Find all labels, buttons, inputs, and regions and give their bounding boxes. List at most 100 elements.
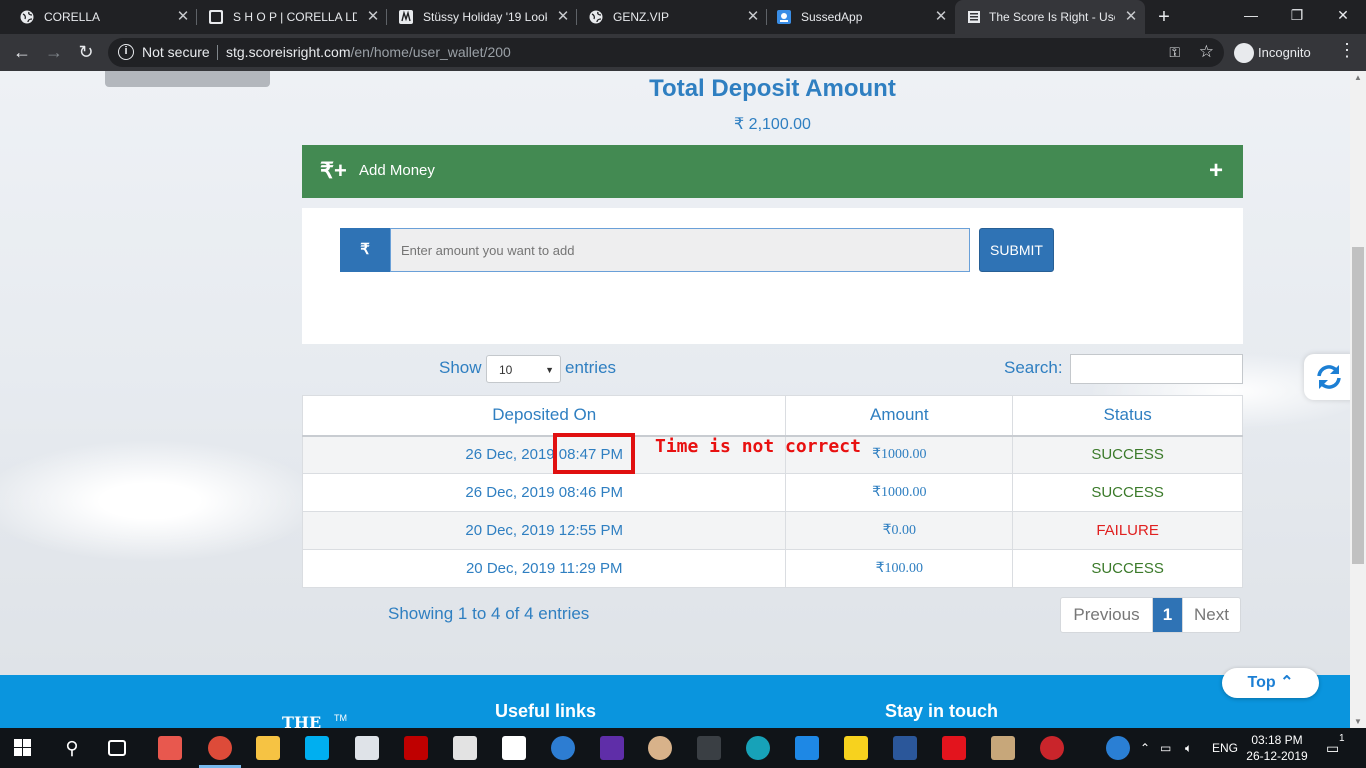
amount-input[interactable]: [390, 228, 970, 272]
close-tab-icon[interactable]: ✕: [1123, 0, 1139, 34]
expand-plus-icon[interactable]: +: [1209, 157, 1223, 185]
restore-window-icon[interactable]: ❐: [1274, 0, 1320, 30]
notification-center-icon[interactable]: ▭: [1326, 728, 1339, 768]
browser-tab[interactable]: S H O P | CORELLA LDN ✕: [197, 0, 387, 34]
annotation-text: Time is not correct: [655, 436, 861, 457]
scroll-up-arrow-icon[interactable]: ▲: [1354, 73, 1362, 82]
minimize-window-icon[interactable]: —: [1228, 0, 1274, 30]
filezilla-icon[interactable]: [404, 736, 428, 760]
url-host: stg.scoreisright.com: [226, 44, 351, 60]
close-tab-icon[interactable]: ✕: [933, 0, 949, 34]
incognito-indicator[interactable]: Incognito: [1232, 42, 1311, 64]
close-window-icon[interactable]: ✕: [1320, 0, 1366, 30]
tab-title: The Score Is Right - User: [989, 10, 1115, 24]
refresh-button[interactable]: [1304, 354, 1350, 400]
volume-icon[interactable]: 🔈︎: [1185, 728, 1192, 768]
browser-menu-icon[interactable]: ⋮: [1338, 40, 1356, 61]
file-explorer-icon[interactable]: [256, 736, 280, 760]
forward-arrow-icon[interactable]: →: [42, 40, 66, 64]
url-text[interactable]: stg.scoreisright.com/en/home/user_wallet…: [226, 38, 511, 67]
store-icon[interactable]: [453, 736, 477, 760]
scroll-down-arrow-icon[interactable]: ▼: [1354, 717, 1362, 726]
media-app-icon[interactable]: [697, 736, 721, 760]
entries-select-value: 10: [499, 363, 513, 377]
sussed-app-icon: [777, 10, 791, 24]
browser-tab-strip: CORELLA ✕ S H O P | CORELLA LDN ✕ Stüssy…: [0, 0, 1366, 34]
status-badge: SUCCESS: [1012, 473, 1243, 512]
network-icon[interactable]: ▭: [1160, 728, 1171, 768]
stay-in-touch-heading: Stay in touch: [885, 701, 999, 721]
chrome-icon[interactable]: [208, 736, 232, 760]
skype-icon[interactable]: [305, 736, 329, 760]
address-bar[interactable]: i Not secure stg.scoreisright.com/en/hom…: [108, 38, 1224, 67]
next-page-button[interactable]: Next: [1182, 598, 1240, 632]
arduino-icon[interactable]: [746, 736, 770, 760]
upload-app-icon[interactable]: [795, 736, 819, 760]
word-icon[interactable]: [893, 736, 917, 760]
windows-taskbar: ⚲ ⌃ ▭ 🔈︎ ENG 03:18 PM 26-12-2019 ▭ 1: [0, 728, 1366, 768]
annotation-highlight-box: [553, 433, 635, 474]
back-arrow-icon[interactable]: ←: [10, 40, 34, 64]
new-tab-button[interactable]: +: [1152, 0, 1176, 34]
chevron-up-icon[interactable]: ⌃: [1140, 728, 1150, 768]
page-1-button[interactable]: 1: [1153, 598, 1182, 632]
globe-icon: [589, 10, 603, 24]
refresh-icon: [1317, 365, 1341, 389]
add-money-panel-header[interactable]: ₹+ Add Money +: [302, 145, 1243, 198]
calculator-icon[interactable]: [355, 736, 379, 760]
column-header-deposited-on[interactable]: Deposited On: [301, 395, 787, 437]
incognito-icon: [1234, 43, 1254, 63]
key-icon[interactable]: ⚿: [1169, 44, 1180, 61]
messenger-icon[interactable]: [551, 736, 575, 760]
reload-icon[interactable]: ↻: [74, 40, 98, 64]
sidebar-button-partial[interactable]: [105, 71, 270, 87]
scrollbar-thumb[interactable]: [1352, 247, 1364, 564]
task-view-icon[interactable]: [108, 740, 126, 756]
table-row: 20 Dec, 2019 12:55 PM ₹0.00 FAILURE: [301, 511, 1243, 550]
column-header-status[interactable]: Status: [1012, 395, 1243, 437]
tab-title: S H O P | CORELLA LDN: [233, 10, 357, 24]
tab-title: GENZ.VIP: [613, 10, 670, 24]
close-tab-icon[interactable]: ✕: [745, 0, 761, 34]
table-row: 20 Dec, 2019 11:29 PM ₹100.00 SUCCESS: [301, 549, 1243, 588]
info-icon[interactable]: i: [118, 44, 134, 60]
amazon-music-icon[interactable]: [600, 736, 624, 760]
bookmark-star-icon[interactable]: ☆: [1199, 42, 1214, 62]
acrobat-icon[interactable]: [942, 736, 966, 760]
page-content: Total Deposit Amount ₹ 2,100.00 ₹+ Add M…: [0, 71, 1350, 728]
security-indicator[interactable]: Not secure: [142, 38, 210, 67]
help-icon[interactable]: [1106, 736, 1130, 760]
previous-page-button[interactable]: Previous: [1061, 598, 1153, 632]
entries-select[interactable]: 10 ▼: [486, 355, 561, 383]
close-tab-icon[interactable]: ✕: [555, 0, 571, 34]
eraser-app-icon[interactable]: [158, 736, 182, 760]
browser-tab[interactable]: GENZ.VIP ✕: [577, 0, 767, 34]
column-header-amount[interactable]: Amount: [785, 395, 1014, 437]
browser-tab[interactable]: Stüssy Holiday '19 Lookb ✕: [387, 0, 577, 34]
system-clock[interactable]: 03:18 PM 26-12-2019: [1246, 732, 1308, 764]
language-indicator[interactable]: ENG: [1212, 728, 1238, 768]
pagination: Previous 1 Next: [1060, 597, 1241, 633]
dropbox-icon[interactable]: [502, 736, 526, 760]
status-badge: SUCCESS: [1012, 435, 1243, 474]
sticky-notes-icon[interactable]: [844, 736, 868, 760]
game-app-icon[interactable]: [648, 736, 672, 760]
submit-button[interactable]: SUBMIT: [979, 228, 1054, 272]
page-scrollbar[interactable]: ▲ ▼: [1350, 71, 1366, 728]
close-tab-icon[interactable]: ✕: [175, 0, 191, 34]
close-tab-icon[interactable]: ✕: [365, 0, 381, 34]
browser-tab[interactable]: CORELLA ✕: [0, 0, 197, 34]
deposit-date: 20 Dec, 2019 12:55 PM: [301, 511, 787, 550]
add-money-label: Add Money: [359, 162, 435, 179]
useful-links-heading: Useful links: [495, 701, 597, 721]
notification-count: 1: [1339, 733, 1345, 744]
back-to-top-button[interactable]: Top ⌃: [1222, 668, 1319, 698]
search-input[interactable]: [1070, 354, 1243, 384]
total-deposit-amount: ₹ 2,100.00: [734, 116, 811, 133]
search-icon[interactable]: ⚲: [60, 736, 84, 760]
browser-tab-active[interactable]: The Score Is Right - User ✕: [955, 0, 1145, 34]
video-editor-icon[interactable]: [991, 736, 1015, 760]
browser-tab[interactable]: SussedApp ✕: [767, 0, 955, 34]
site-footer: THE TM Useful links Stay in touch: [0, 675, 1350, 728]
game-launcher-icon[interactable]: [1040, 736, 1064, 760]
